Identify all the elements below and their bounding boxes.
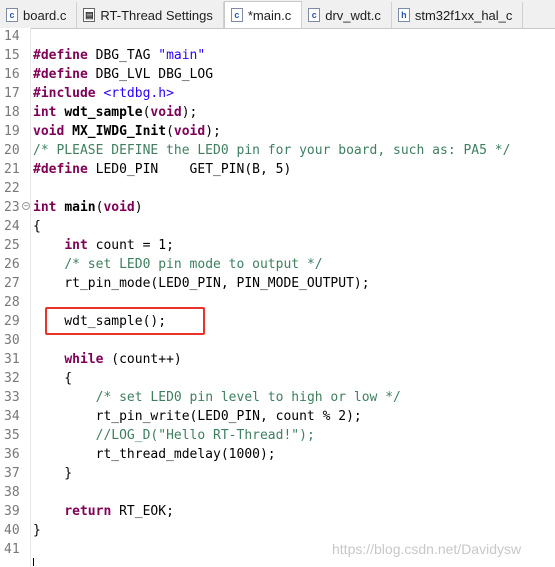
watermark: https://blog.csdn.net/Davidysw	[332, 541, 522, 557]
line-number: 18	[4, 105, 20, 120]
code-line[interactable]: 26 /* set LED0 pin mode to output */	[0, 255, 555, 274]
code-text: /* set LED0 pin mode to output */	[64, 257, 323, 272]
code-line[interactable]: 32 {	[0, 369, 555, 388]
code-line[interactable]: 25 int count = 1;	[0, 236, 555, 255]
line-number: 20	[4, 143, 20, 158]
line-number: 41	[4, 542, 20, 557]
line-number: 26	[4, 257, 20, 272]
line-number: 16	[4, 67, 20, 82]
code-text: int main(void)	[33, 200, 143, 215]
code-text: #define DBG_TAG "main"	[33, 48, 206, 63]
code-line[interactable]: 18 int wdt_sample(void);	[0, 103, 555, 122]
code-line[interactable]: 36 rt_thread_mdelay(1000);	[0, 445, 555, 464]
code-editor[interactable]: 14 15 #define DBG_TAG "main" 16 #define DBG_…	[0, 28, 555, 567]
line-number: 25	[4, 238, 20, 253]
line-number: 40	[4, 523, 20, 538]
code-text: /* PLEASE DEFINE the LED0 pin for your b…	[33, 143, 511, 158]
line-number: 31	[4, 352, 20, 367]
text-caret	[33, 558, 34, 566]
c-file-icon: c	[308, 8, 321, 22]
code-text: {	[33, 371, 73, 386]
code-text: #include <rtdbg.h>	[33, 86, 174, 101]
tab-rt-thread-settings[interactable]: ▤ RT-Thread Settings	[77, 2, 224, 28]
code-line[interactable]: 30	[0, 331, 555, 350]
fold-toggle-icon[interactable]: −	[22, 202, 30, 210]
code-line[interactable]: 21 #define LED0_PIN GET_PIN(B, 5)	[0, 160, 555, 179]
code-line[interactable]: 17 #include <rtdbg.h>	[0, 84, 555, 103]
line-number: 30	[4, 333, 20, 348]
line-number: 32	[4, 371, 20, 386]
line-number: 15	[4, 48, 20, 63]
line-number: 14	[4, 29, 20, 44]
code-line[interactable]: 31 while (count++)	[0, 350, 555, 369]
line-number: 35	[4, 428, 20, 443]
code-line[interactable]: 20 /* PLEASE DEFINE the LED0 pin for your…	[0, 141, 555, 160]
line-number: 38	[4, 485, 20, 500]
code-line[interactable]: 27 rt_pin_mode(LED0_PIN, PIN_MODE_OUTPUT…	[0, 274, 555, 293]
line-number: 29	[4, 314, 20, 329]
code-line[interactable]: 33 /* set LED0 pin level to high or low …	[0, 388, 555, 407]
code-line[interactable]: 15 #define DBG_TAG "main"	[0, 46, 555, 65]
line-number: 19	[4, 124, 20, 139]
code-text: int count = 1;	[64, 238, 174, 253]
code-text: }	[33, 523, 41, 538]
c-file-icon: c	[6, 8, 18, 22]
code-line[interactable]: 29 wdt_sample();	[0, 312, 555, 331]
code-text: #define LED0_PIN GET_PIN(B, 5)	[33, 162, 292, 177]
code-line[interactable]: 37 }	[0, 464, 555, 483]
code-line[interactable]: 16 #define DBG_LVL DBG_LOG	[0, 65, 555, 84]
line-number: 36	[4, 447, 20, 462]
code-text: {	[33, 219, 41, 234]
tab-drv-wdt-c[interactable]: c drv_wdt.c	[302, 2, 392, 28]
line-number: 33	[4, 390, 20, 405]
line-number: 22	[4, 181, 20, 196]
line-number: 24	[4, 219, 20, 234]
settings-file-icon: ▤	[83, 8, 96, 22]
code-text: //LOG_D("Hello RT-Thread!");	[95, 428, 315, 443]
line-number: 21	[4, 162, 20, 177]
tab-label: stm32f1xx_hal_c	[414, 7, 513, 23]
code-text: rt_thread_mdelay(1000);	[33, 447, 276, 462]
code-line[interactable]: 28	[0, 293, 555, 312]
code-text: wdt_sample();	[33, 314, 167, 329]
code-line[interactable]: 35 //LOG_D("Hello RT-Thread!");	[0, 426, 555, 445]
tab-label: RT-Thread Settings	[100, 7, 213, 23]
tab-label: *main.c	[247, 7, 292, 23]
line-number: 28	[4, 295, 20, 310]
code-text: rt_pin_write(LED0_PIN, count % 2);	[33, 409, 362, 424]
code-line[interactable]: 23− int main(void)	[0, 198, 555, 217]
code-text: int wdt_sample(void);	[33, 105, 198, 120]
code-line[interactable]: 24 {	[0, 217, 555, 236]
code-line[interactable]: 39 return RT_EOK;	[0, 502, 555, 521]
line-number: 27	[4, 276, 20, 291]
code-text: }	[33, 466, 73, 481]
code-line[interactable]: 38	[0, 483, 555, 502]
tab-stm32f1xx-hal[interactable]: h stm32f1xx_hal_c	[392, 2, 524, 28]
line-number: 37	[4, 466, 20, 481]
code-text: rt_pin_mode(LED0_PIN, PIN_MODE_OUTPUT);	[33, 276, 370, 291]
code-line[interactable]: 22	[0, 179, 555, 198]
code-text: return RT_EOK;	[64, 504, 174, 519]
editor-tab-bar: c board.c ▤ RT-Thread Settings c *main.c…	[0, 0, 555, 29]
code-line[interactable]: 14	[0, 27, 555, 46]
tab-main-c[interactable]: c *main.c	[223, 1, 303, 28]
code-line[interactable]: 34 rt_pin_write(LED0_PIN, count % 2);	[0, 407, 555, 426]
tab-label: drv_wdt.c	[325, 7, 381, 23]
tab-label: board.c	[23, 7, 67, 23]
code-text: #define DBG_LVL DBG_LOG	[33, 67, 214, 82]
code-text: while (count++)	[64, 352, 182, 367]
line-number: 34	[4, 409, 20, 424]
line-number: 17	[4, 86, 20, 101]
code-text: void MX_IWDG_Init(void);	[33, 124, 221, 139]
code-text: /* set LED0 pin level to high or low */	[95, 390, 401, 405]
c-file-icon: c	[230, 8, 243, 22]
tab-board-c[interactable]: c board.c	[0, 2, 78, 28]
code-line[interactable]: 19 void MX_IWDG_Init(void);	[0, 122, 555, 141]
line-number: 39	[4, 504, 20, 519]
h-file-icon: h	[397, 8, 410, 22]
code-line[interactable]: 40}	[0, 521, 555, 540]
